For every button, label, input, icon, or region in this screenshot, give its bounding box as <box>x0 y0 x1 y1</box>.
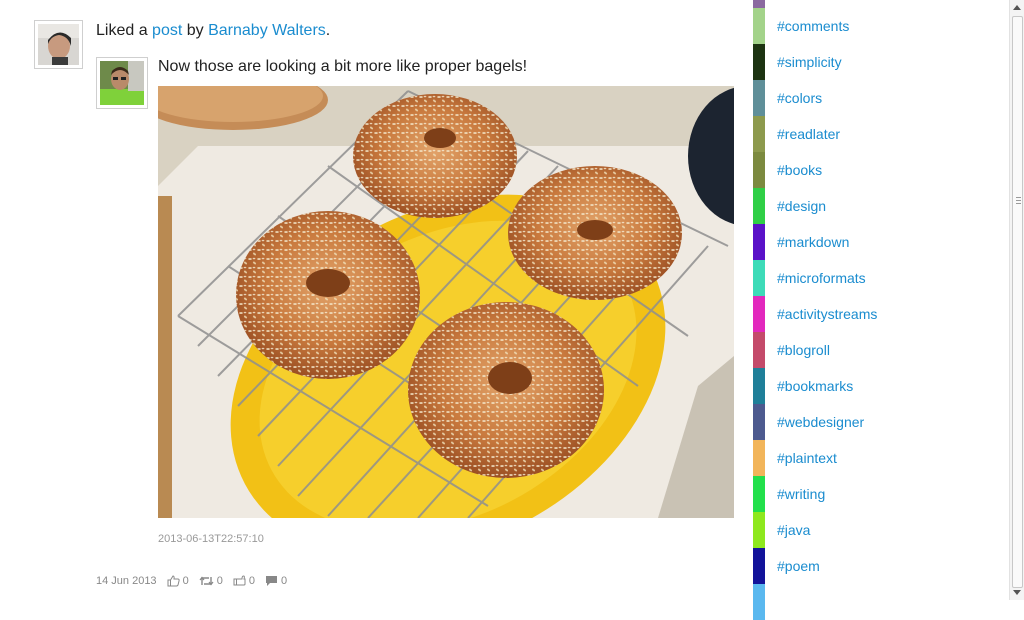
like-count: 0 <box>182 575 189 587</box>
comment-count: 0 <box>280 575 288 587</box>
scroll-down-button[interactable] <box>1010 586 1024 600</box>
repost-count: 0 <box>216 575 223 587</box>
tag-sidebar: #comments #simplicity #colors #readlater #bo… <box>753 0 1009 620</box>
tag-swatch <box>753 368 765 404</box>
post-photo[interactable] <box>158 86 734 518</box>
thumbs-sideways-icon <box>233 575 246 586</box>
tag-item[interactable]: #writing <box>753 476 1009 512</box>
arrow-down-icon <box>1013 590 1021 595</box>
tag-swatch <box>753 512 765 548</box>
dislike-count: 0 <box>248 575 255 587</box>
by-text: by <box>182 22 209 39</box>
tag-link[interactable]: #microformats <box>777 270 866 286</box>
author-photo <box>100 61 144 105</box>
tag-swatch <box>753 188 765 224</box>
tag-link[interactable]: #webdesigner <box>777 414 864 430</box>
thumbs-up-icon <box>167 575 180 587</box>
author-link[interactable]: Barnaby Walters <box>208 22 326 39</box>
tag-link[interactable]: #design <box>777 198 826 214</box>
post-date: 14 Jun 2013 <box>96 575 157 587</box>
tag-item[interactable]: #webdesigner <box>753 404 1009 440</box>
tag-item[interactable]: #bookmarks <box>753 368 1009 404</box>
tag-item[interactable]: #poem <box>753 548 1009 584</box>
tag-item[interactable]: #activitystreams <box>753 296 1009 332</box>
tag-link[interactable]: #markdown <box>777 234 849 250</box>
author-avatar[interactable] <box>96 57 148 109</box>
tag-item[interactable]: #books <box>753 152 1009 188</box>
tag-swatch <box>753 296 765 332</box>
tag-swatch <box>753 476 765 512</box>
tag-swatch <box>753 224 765 260</box>
dislike-action[interactable]: 0 <box>233 575 255 587</box>
tag-link[interactable]: #writing <box>777 486 825 502</box>
liked-prefix: Liked a <box>96 22 153 39</box>
tag-item[interactable]: #java <box>753 512 1009 548</box>
tag-item[interactable]: #blogroll <box>753 332 1009 368</box>
post-text: Now those are looking a bit more like pr… <box>158 58 528 75</box>
tag-link[interactable]: #plaintext <box>777 450 837 466</box>
tag-link[interactable]: #colors <box>777 90 822 106</box>
repost-icon <box>199 576 214 586</box>
tag-link[interactable]: #comments <box>777 18 849 34</box>
scroll-up-button[interactable] <box>1010 0 1024 14</box>
liker-avatar[interactable] <box>34 20 83 69</box>
period: . <box>325 22 331 39</box>
tag-swatch <box>753 404 765 440</box>
tag-swatch <box>753 8 765 44</box>
tag-swatch <box>753 260 765 296</box>
tag-item[interactable]: #plaintext <box>753 440 1009 476</box>
permalink-timestamp[interactable]: 2013-06-13T22:57:10 <box>158 533 264 545</box>
tag-swatch <box>753 548 765 584</box>
tag-item[interactable]: #colors <box>753 80 1009 116</box>
tag-item[interactable]: #microformats <box>753 260 1009 296</box>
tag-item[interactable]: #simplicity <box>753 44 1009 80</box>
tag-item[interactable]: #design <box>753 188 1009 224</box>
comment-action[interactable]: 0 <box>265 575 287 587</box>
tag-list: #comments #simplicity #colors #readlater #bo… <box>753 8 1009 584</box>
liked-line: Liked a post by Barnaby Walters. <box>96 22 330 40</box>
tag-link[interactable]: #java <box>777 522 810 538</box>
tag-swatch <box>753 116 765 152</box>
scroll-thumb[interactable] <box>1012 16 1023 588</box>
tag-link[interactable]: #books <box>777 162 822 178</box>
repost-action[interactable]: 0 <box>199 575 223 587</box>
tag-swatch <box>753 584 765 620</box>
comment-icon <box>265 576 277 586</box>
tag-item[interactable]: #readlater <box>753 116 1009 152</box>
like-action[interactable]: 0 <box>167 575 189 587</box>
tag-swatch <box>753 44 765 80</box>
tag-swatch <box>753 0 765 8</box>
tag-item-partial <box>753 584 1009 620</box>
arrow-up-icon <box>1013 5 1021 10</box>
scroll-grip <box>1016 197 1021 206</box>
tag-swatch <box>753 152 765 188</box>
liker-photo <box>38 24 79 65</box>
tag-link[interactable]: #blogroll <box>777 342 830 358</box>
tag-link[interactable]: #readlater <box>777 126 840 142</box>
tag-link[interactable]: #simplicity <box>777 54 842 70</box>
tag-swatch <box>753 440 765 476</box>
tag-item[interactable]: #comments <box>753 8 1009 44</box>
tag-item-top <box>753 0 1009 8</box>
page-scrollbar[interactable] <box>1009 0 1024 600</box>
post-meta-bar: 14 Jun 2013 0 0 0 0 <box>96 575 287 587</box>
tag-link[interactable]: #bookmarks <box>777 378 853 394</box>
tag-swatch <box>753 80 765 116</box>
tag-swatch <box>753 332 765 368</box>
tag-item[interactable]: #markdown <box>753 224 1009 260</box>
feed: Liked a post by Barnaby Walters. Now tho… <box>0 0 752 600</box>
post-link[interactable]: post <box>152 22 182 39</box>
tag-link[interactable]: #poem <box>777 558 820 574</box>
tag-link[interactable]: #activitystreams <box>777 306 877 322</box>
